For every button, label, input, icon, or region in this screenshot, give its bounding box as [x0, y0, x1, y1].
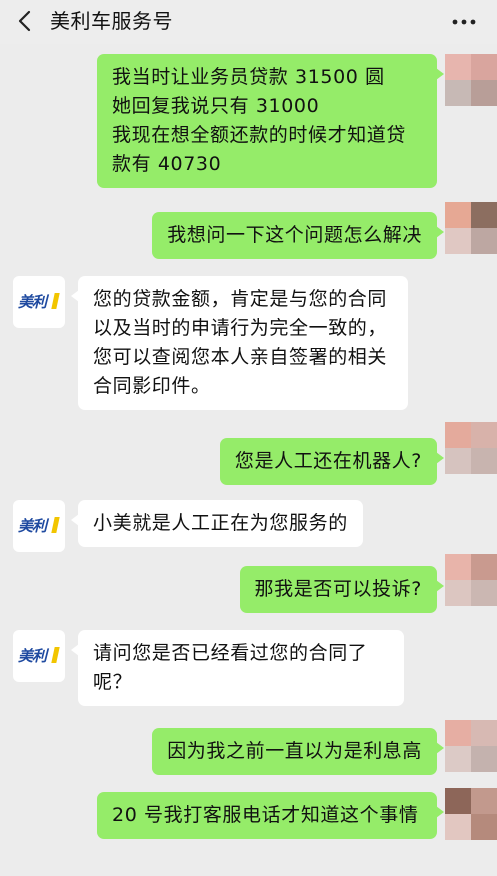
assistant-avatar[interactable]: 美利: [13, 276, 65, 328]
user-avatar[interactable]: [445, 202, 497, 254]
assistant-bubble[interactable]: 您的贷款金额，肯定是与您的合同以及当时的申请行为完全一致的，您可以查阅您本人亲自…: [78, 276, 408, 410]
user-avatar[interactable]: [445, 720, 497, 772]
user-message: 您是人工还在机器人?: [219, 438, 437, 485]
user-bubble[interactable]: 20 号我打客服电话才知道这个事情: [97, 792, 437, 839]
user-message: 因为我之前一直以为是利息高: [152, 728, 437, 775]
user-avatar[interactable]: [445, 422, 497, 474]
back-button[interactable]: [10, 4, 44, 38]
more-button[interactable]: [449, 8, 479, 36]
assistant-bubble[interactable]: 小美就是人工正在为您服务的: [78, 500, 363, 547]
more-dots-icon: [452, 19, 476, 25]
user-message: 我想问一下这个问题怎么解决: [152, 212, 437, 259]
assistant-bubble[interactable]: 请问您是否已经看过您的合同了呢？: [78, 630, 404, 706]
user-bubble[interactable]: 因为我之前一直以为是利息高: [152, 728, 437, 775]
user-bubble[interactable]: 那我是否可以投诉?: [239, 566, 437, 613]
user-bubble[interactable]: 我当时让业务员贷款 31500 圆 她回复我说只有 31000 我现在想全额还款…: [97, 54, 437, 188]
chat-header: 美利车服务号: [0, 0, 497, 44]
user-message: 那我是否可以投诉?: [239, 566, 437, 613]
user-bubble[interactable]: 您是人工还在机器人?: [219, 438, 437, 485]
user-avatar[interactable]: [445, 788, 497, 840]
meili-logo: 美利: [18, 647, 47, 665]
user-message: 20 号我打客服电话才知道这个事情: [97, 792, 437, 839]
user-message: 我当时让业务员贷款 31500 圆 她回复我说只有 31000 我现在想全额还款…: [97, 54, 437, 188]
user-avatar[interactable]: [445, 554, 497, 606]
logo-stripe: [51, 647, 60, 663]
chevron-left-icon: [18, 10, 31, 32]
assistant-message: 小美就是人工正在为您服务的: [78, 500, 363, 547]
meili-logo: 美利: [18, 293, 47, 311]
assistant-message: 您的贷款金额，肯定是与您的合同以及当时的申请行为完全一致的，您可以查阅您本人亲自…: [78, 276, 408, 410]
chat-title: 美利车服务号: [50, 9, 173, 33]
logo-stripe: [51, 293, 60, 309]
user-avatar[interactable]: [445, 54, 497, 106]
assistant-avatar[interactable]: 美利: [13, 500, 65, 552]
assistant-message: 请问您是否已经看过您的合同了呢？: [78, 630, 404, 706]
logo-stripe: [51, 517, 60, 533]
meili-logo: 美利: [18, 517, 47, 535]
chat-area[interactable]: 我当时让业务员贷款 31500 圆 她回复我说只有 31000 我现在想全额还款…: [0, 44, 497, 876]
assistant-avatar[interactable]: 美利: [13, 630, 65, 682]
user-bubble[interactable]: 我想问一下这个问题怎么解决: [152, 212, 437, 259]
